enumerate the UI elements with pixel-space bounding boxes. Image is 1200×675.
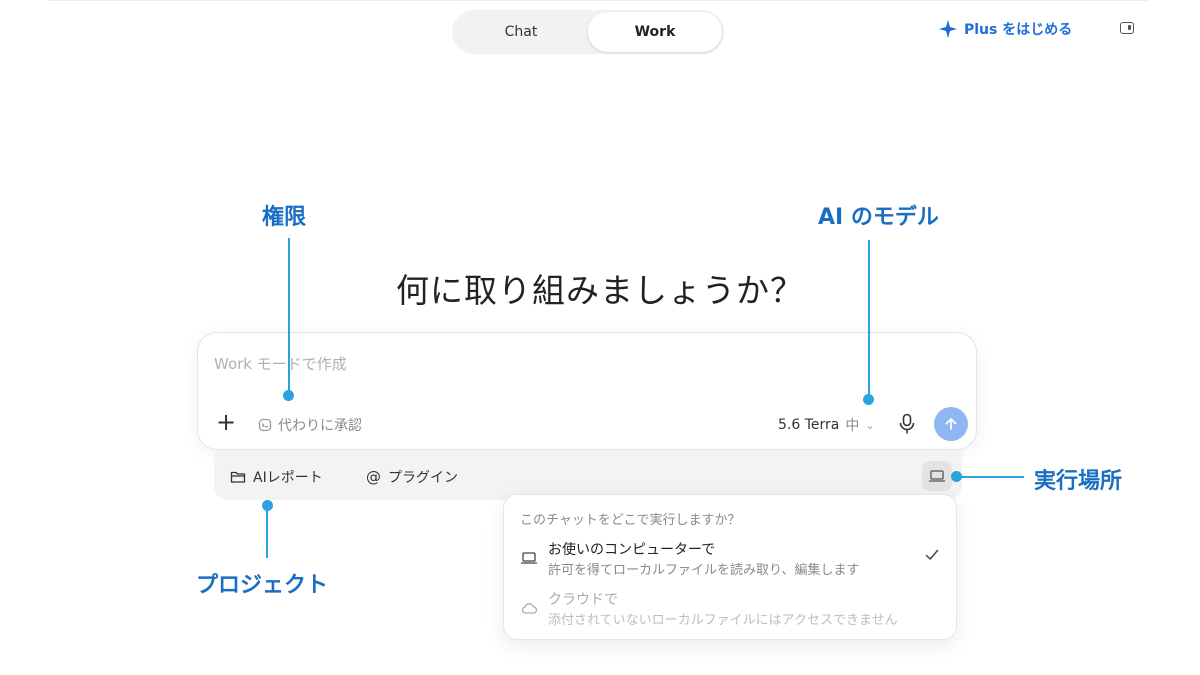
annotation-line — [958, 476, 1024, 478]
composer: + 代わりに承認 5.6 Terra 中 ⌄ — [197, 332, 977, 450]
chevron-down-icon: ⌄ — [865, 418, 875, 432]
annotation-permissions: 権限 — [262, 205, 307, 230]
tab-chat[interactable]: Chat — [454, 12, 588, 52]
project-label: AIレポート — [253, 470, 323, 486]
laptop-icon — [520, 552, 538, 564]
folder-icon — [230, 471, 246, 483]
menu-item-local-computer[interactable]: お使いのコンピューターで 許可を得てローカルファイルを読み取り、編集します — [504, 537, 956, 581]
option-description: 許可を得てローカルファイルを読み取り、編集します — [548, 563, 860, 578]
page-title: 何に取り組みましょうか？ — [396, 271, 804, 310]
annotation-line — [288, 238, 290, 394]
at-icon: @ — [366, 468, 381, 486]
option-title: クラウドで — [548, 592, 618, 608]
tab-work[interactable]: Work — [588, 12, 722, 52]
check-icon — [925, 549, 939, 560]
add-button[interactable]: + — [214, 410, 238, 435]
plugin-button[interactable]: @ プラグイン — [366, 467, 458, 487]
plugin-label: プラグイン — [388, 470, 458, 486]
option-title: お使いのコンピューターで — [548, 542, 716, 558]
sparkle-icon — [939, 20, 957, 38]
laptop-icon — [928, 470, 946, 482]
model-label: 5.6 Terra — [778, 417, 840, 433]
composer-tray: AIレポート @ プラグイン — [214, 450, 962, 500]
annotation-dot — [283, 390, 294, 401]
option-description: 添付されていないローカルファイルにはアクセスできません — [548, 613, 898, 628]
menu-item-cloud[interactable]: クラウドで 添付されていないローカルファイルにはアクセスできません — [504, 587, 956, 631]
model-select[interactable]: 5.6 Terra 中 ⌄ — [778, 415, 875, 435]
start-plus-label: Plus をはじめる — [964, 22, 1073, 38]
mode-toggle: Chat Work — [452, 10, 724, 54]
project-button[interactable]: AIレポート — [230, 467, 323, 487]
prompt-input[interactable] — [212, 351, 916, 377]
send-button[interactable] — [934, 407, 968, 441]
annotation-model: AI のモデル — [818, 205, 939, 230]
run-location-button[interactable] — [922, 461, 952, 491]
cloud-icon — [521, 603, 538, 614]
shield-icon — [258, 418, 272, 432]
effort-label: 中 — [845, 418, 860, 434]
approve-permission-button[interactable]: 代わりに承認 — [258, 415, 362, 435]
annotation-line — [868, 240, 870, 396]
approve-label: 代わりに承認 — [278, 418, 362, 434]
top-divider — [48, 0, 1148, 1]
run-location-menu: このチャットをどこで実行しますか？ お使いのコンピューターで 許可を得てローカル… — [503, 494, 957, 640]
start-plus-link[interactable]: Plus をはじめる — [938, 18, 1072, 40]
annotation-dot — [863, 394, 874, 405]
annotation-project: プロジェクト — [196, 573, 329, 598]
annotation-line — [266, 506, 268, 558]
sidebar-toggle-icon[interactable] — [1120, 22, 1134, 34]
arrow-up-icon — [945, 418, 957, 430]
annotation-run-location: 実行場所 — [1034, 469, 1123, 494]
menu-header: このチャットをどこで実行しますか？ — [520, 513, 741, 528]
microphone-icon[interactable] — [898, 413, 916, 435]
